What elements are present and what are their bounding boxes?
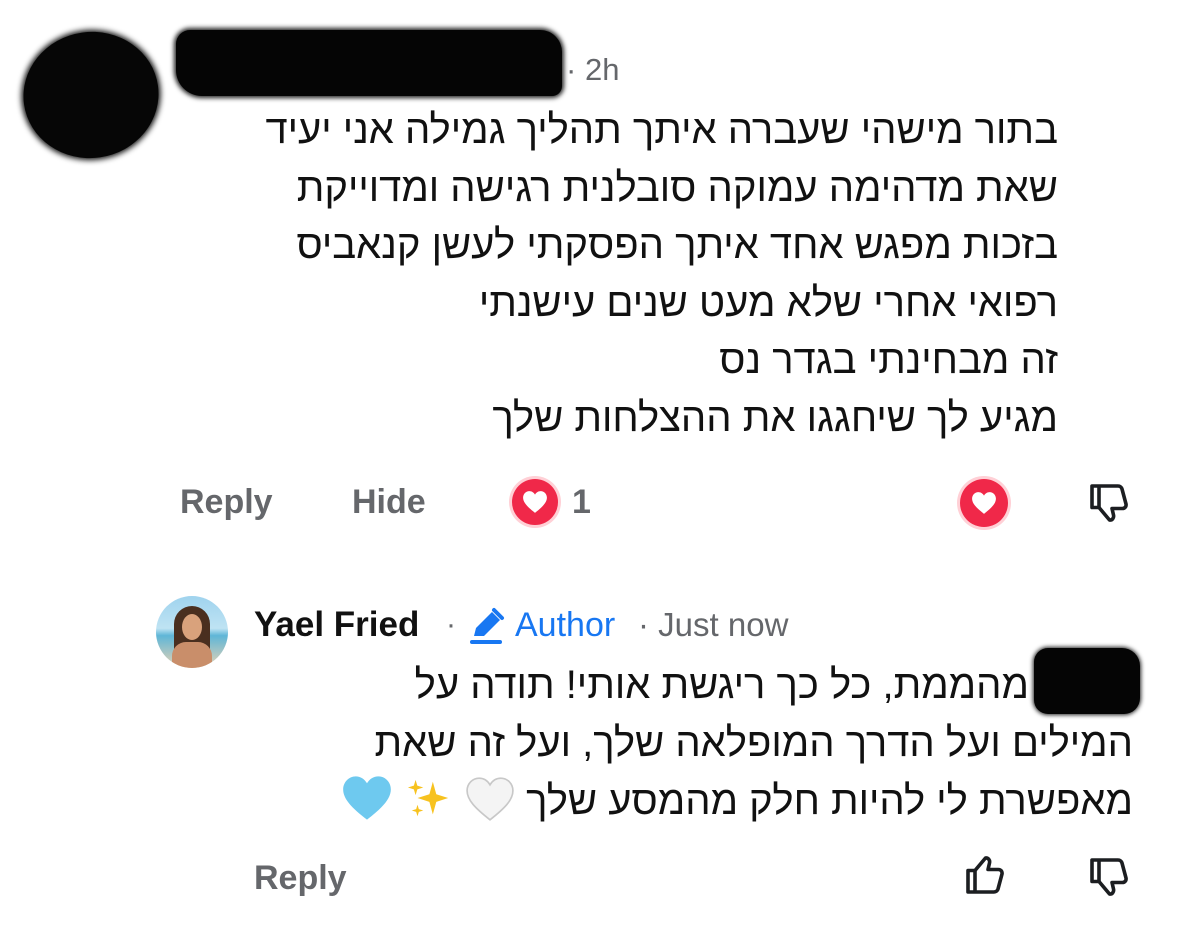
sparkles-icon [404,776,454,838]
reply-author-name[interactable]: Yael Fried [254,604,419,646]
love-reaction-button[interactable] [960,479,1008,527]
reply-body: מהממת, כל כך ריגשת אותי! תודה על המילים … [233,656,1133,838]
comment-meta: · 2h [566,50,619,90]
comment-body: בתור מישהי שעברה איתך תהליך גמילה אני יע… [158,102,1058,447]
light-blue-heart-icon [341,774,393,838]
comment-timestamp[interactable]: 2h [585,52,619,87]
comment-line: רפואי אחרי שלא מעט שנים עישנתי [478,280,1058,325]
heart-icon [523,491,547,513]
author-badge: Author [515,606,616,644]
heart-icon [972,492,996,514]
reply-timestamp[interactable]: · Just now [638,604,788,646]
meta-separator: · [566,52,577,87]
reply-time: Just now [658,606,789,643]
white-heart-icon [465,776,515,838]
reply-line-with-emojis: מאפשרת לי להיות חלק מהמסע שלך [233,772,1133,838]
like-button[interactable] [960,852,1008,900]
thumbs-up-icon [966,856,1004,894]
avatar[interactable] [156,596,228,668]
comment-line: מגיע לך שיחגגו את ההצלחות שלך [492,395,1058,440]
reply-line: מאפשרת לי להיות חלק מהמסע שלך [526,779,1133,823]
dislike-button[interactable] [1084,852,1132,900]
reply-button[interactable]: Reply [254,856,347,900]
thumbs-down-icon [1090,484,1128,522]
comment-line: בתור מישהי שעברה איתך תהליך גמילה אני יע… [265,108,1058,152]
redacted-avatar[interactable] [15,23,167,167]
comment-line: זה מבחינתי בגדר נס [719,338,1058,382]
meta-separator: · [446,608,456,641]
meta-separator: · [638,606,649,643]
reply-button[interactable]: Reply [180,480,273,524]
heart-reaction-icon[interactable] [512,479,558,525]
dislike-button[interactable] [1084,478,1132,526]
hide-button[interactable]: Hide [352,480,426,524]
comment-line: שאת מדהימה עמוקה סובלנית רגישה ומדוייקת [296,165,1058,210]
thumbs-down-icon [1090,858,1128,896]
redacted-author-name[interactable] [176,30,562,96]
reaction-count[interactable]: 1 [572,480,591,524]
pencil-icon [466,606,506,646]
comment-line: בזכות מפגש אחד איתך הפסקתי לעשן קנאביס [296,223,1058,267]
reply-line: המילים ועל הדרך המופלאה שלך, ועל זה שאת [374,721,1134,765]
reply-line: מהממת, כל כך ריגשת אותי! תודה על [414,663,1029,707]
